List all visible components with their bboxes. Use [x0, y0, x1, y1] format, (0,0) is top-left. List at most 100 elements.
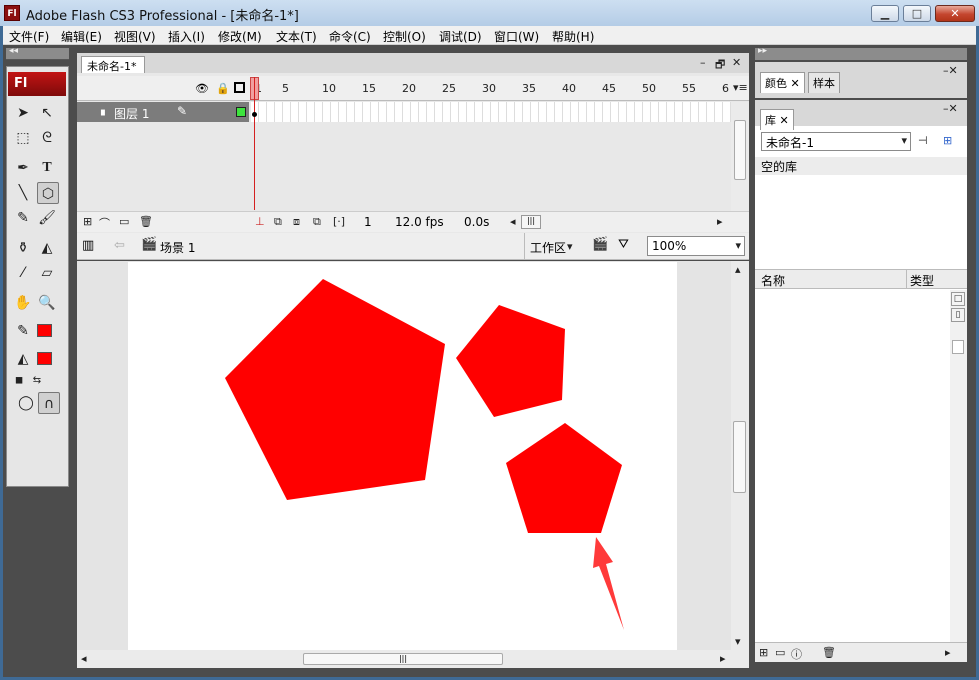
timeline-vscroll[interactable]: [731, 102, 749, 211]
add-guide-icon[interactable]: ⌒: [99, 215, 110, 231]
stroke-color-swatch[interactable]: [37, 324, 52, 337]
frame-strip[interactable]: [251, 102, 731, 122]
menu-file[interactable]: 文件(F): [9, 28, 49, 45]
menu-help[interactable]: 帮助(H): [552, 28, 594, 45]
workspace-dropdown-icon[interactable]: ▾: [567, 240, 573, 253]
menu-modify[interactable]: 修改(M): [218, 28, 262, 45]
menu-control[interactable]: 控制(O): [383, 28, 426, 45]
column-name-header[interactable]: 名称: [761, 272, 785, 289]
tab-library[interactable]: 库 ✕: [760, 109, 794, 130]
fill-color-swatch[interactable]: [37, 352, 52, 365]
list-view-icon[interactable]: ▯: [951, 308, 965, 322]
frame-rate-value[interactable]: 12.0 fps: [395, 215, 444, 229]
scroll-left-arrow-icon[interactable]: ◂: [510, 215, 516, 228]
edit-scene-icon[interactable]: 🎬: [592, 237, 608, 252]
document-tab[interactable]: 未命名-1*: [81, 56, 145, 73]
tab-swatches[interactable]: 样本: [808, 72, 840, 93]
stage-hscroll[interactable]: ◂ ||| ▸: [77, 650, 749, 668]
library-vscroll[interactable]: □ ▯: [950, 290, 967, 642]
delete-item-icon[interactable]: 🗑: [822, 646, 836, 659]
stage-hscroll-thumb[interactable]: |||: [303, 653, 503, 665]
tools-panel-header[interactable]: ◂◂: [6, 46, 69, 60]
layer-name[interactable]: 图层 1: [114, 105, 149, 122]
large-pentagon[interactable]: [225, 279, 445, 500]
scroll-up-arrow-icon[interactable]: ▴: [735, 263, 741, 276]
add-folder-icon[interactable]: ▭: [119, 215, 129, 228]
onion-outline-icon[interactable]: ⧈: [293, 215, 300, 229]
scroll-left-arrow-icon[interactable]: ◂: [81, 652, 87, 665]
properties-icon[interactable]: ⓘ: [791, 646, 802, 662]
pencil-tool-icon[interactable]: ✎: [12, 207, 34, 229]
scroll-right-arrow-icon[interactable]: ▸: [720, 652, 726, 665]
polystar-tool-icon[interactable]: ⬡: [37, 182, 59, 204]
panel-minimize-icon[interactable]: –: [700, 56, 706, 69]
medium-pentagon[interactable]: [456, 305, 565, 417]
delete-layer-icon[interactable]: 🗑: [139, 215, 153, 228]
library-scroll-thumb[interactable]: [952, 340, 964, 354]
menu-commands[interactable]: 命令(C): [329, 28, 371, 45]
close-button[interactable]: ✕: [935, 5, 975, 22]
lock-icon[interactable]: 🔒: [216, 82, 230, 95]
lasso-tool-icon[interactable]: ᘓ: [36, 127, 58, 149]
snap-magnet-icon[interactable]: ∩: [38, 392, 60, 414]
ink-bottle-tool-icon[interactable]: ⚱: [12, 237, 34, 259]
show-hide-eye-icon[interactable]: 👁: [195, 82, 209, 95]
stage-vscroll[interactable]: ▴ ▾: [731, 261, 749, 650]
scroll-right-arrow-icon[interactable]: ▸: [945, 646, 951, 659]
back-arrow-icon[interactable]: ⇦: [114, 238, 125, 253]
timeline-menu-icon[interactable]: ▾≡: [733, 81, 748, 94]
menu-debug[interactable]: 调试(D): [439, 28, 482, 45]
layer-row[interactable]: ▗ 图层 1 ✎: [77, 102, 249, 122]
add-layer-icon[interactable]: ⊞: [83, 215, 92, 228]
scene-label[interactable]: 场景 1: [160, 239, 195, 256]
minimize-button[interactable]: ▁: [871, 5, 899, 22]
swap-colors-icon[interactable]: ⇆: [26, 370, 48, 392]
workspace-menu[interactable]: 工作区: [530, 239, 566, 256]
panel-menu-icon[interactable]: –✕: [943, 64, 958, 77]
zoom-select[interactable]: 100% ▾: [647, 236, 745, 256]
text-tool-icon[interactable]: T: [36, 157, 58, 179]
library-document-select[interactable]: 未命名-1 ▾: [761, 132, 911, 151]
eyedropper-tool-icon[interactable]: ⁄: [12, 262, 34, 284]
paint-bucket-tool-icon[interactable]: ◭: [36, 237, 58, 259]
edit-symbol-icon[interactable]: ⛛: [618, 237, 629, 252]
pen-tool-icon[interactable]: ✒: [12, 157, 34, 179]
outline-icon[interactable]: [234, 82, 245, 93]
scroll-down-arrow-icon[interactable]: ▾: [735, 635, 741, 648]
edit-multiple-icon[interactable]: ⧉: [313, 215, 321, 229]
column-type-header[interactable]: 类型: [910, 272, 934, 289]
menu-view[interactable]: 视图(V): [114, 28, 156, 45]
tab-color[interactable]: 颜色 ✕: [760, 72, 805, 93]
subselection-tool-icon[interactable]: ↖: [36, 102, 58, 124]
line-tool-icon[interactable]: ╲: [12, 182, 34, 204]
scroll-right-arrow-icon[interactable]: ▸: [717, 215, 723, 228]
layer-outline-color-icon[interactable]: [236, 107, 246, 117]
menu-text[interactable]: 文本(T): [276, 28, 317, 45]
object-drawing-icon[interactable]: ◯: [15, 392, 37, 414]
right-dock-header[interactable]: ▸▸: [755, 46, 967, 60]
timeline-hscroll-thumb[interactable]: |||: [521, 215, 541, 229]
collapse-icon[interactable]: ◂◂: [9, 46, 18, 56]
expand-icon[interactable]: ▸▸: [758, 46, 767, 56]
small-pentagon[interactable]: [506, 423, 622, 533]
center-frame-icon[interactable]: ⊥: [255, 215, 265, 228]
eraser-tool-icon[interactable]: ▱: [36, 262, 58, 284]
timeline-toggle-icon[interactable]: ▥: [82, 238, 94, 253]
pin-library-icon[interactable]: ⊣: [918, 134, 928, 147]
zoom-tool-icon[interactable]: 🔍: [36, 292, 58, 314]
free-transform-tool-icon[interactable]: ⬚: [12, 127, 34, 149]
panel-close-icon[interactable]: ✕: [732, 56, 741, 69]
stage-vscroll-thumb[interactable]: [733, 421, 746, 493]
scroll-up-arrow-icon[interactable]: □: [951, 292, 965, 306]
onion-skin-icon[interactable]: ⧉: [274, 215, 282, 229]
new-library-icon[interactable]: ⊞: [943, 134, 952, 147]
maximize-button[interactable]: □: [903, 5, 931, 22]
stage-canvas[interactable]: [128, 262, 677, 650]
timeline-scroll-thumb[interactable]: [734, 120, 746, 180]
hand-tool-icon[interactable]: ✋: [12, 292, 34, 314]
menu-edit[interactable]: 编辑(E): [61, 28, 102, 45]
selection-tool-icon[interactable]: ➤: [12, 102, 34, 124]
new-folder-icon[interactable]: ▭: [775, 646, 785, 659]
panel-menu-icon[interactable]: –✕: [943, 102, 958, 115]
menu-insert[interactable]: 插入(I): [168, 28, 205, 45]
